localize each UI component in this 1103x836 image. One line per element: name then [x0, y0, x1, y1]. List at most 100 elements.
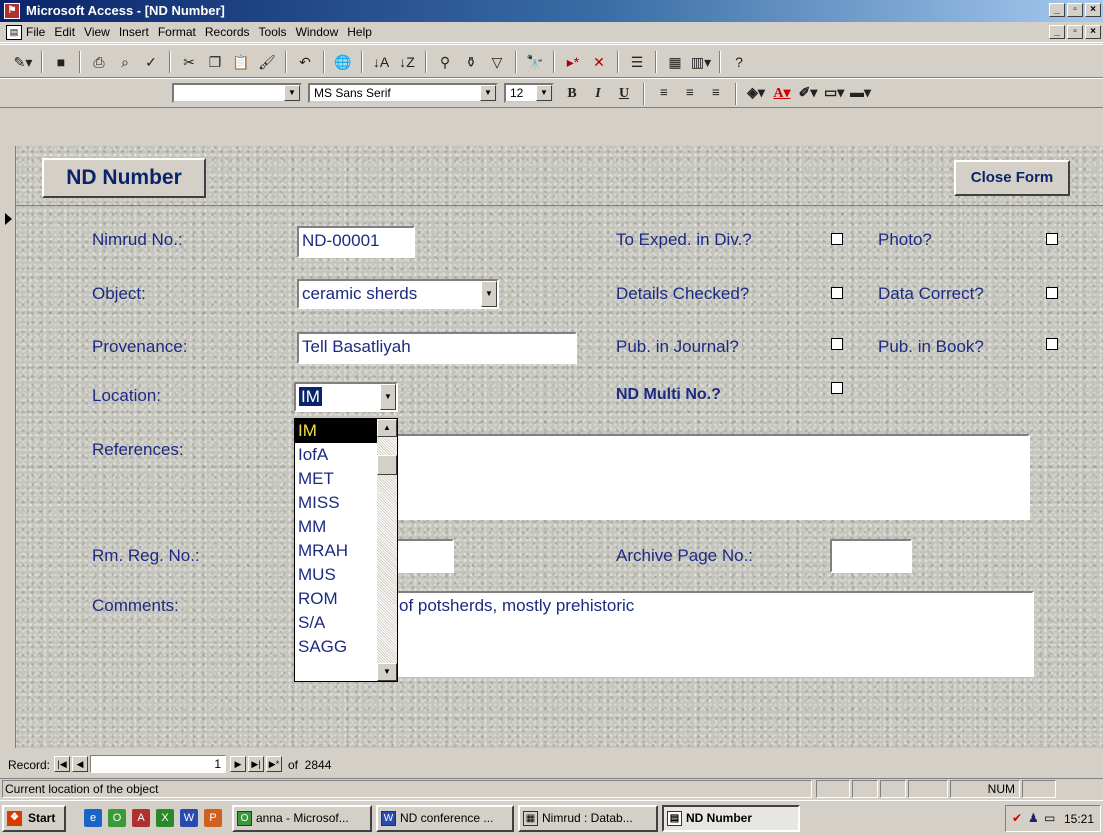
view-icon[interactable]: ✎▾ — [12, 51, 34, 73]
find-icon[interactable]: 🔭 — [524, 51, 546, 73]
current-record-field[interactable]: 1 — [90, 755, 226, 773]
taskbar-button-nd-number[interactable]: ▤ ND Number — [662, 805, 800, 832]
doc-restore-button[interactable]: ▫ — [1067, 25, 1083, 39]
align-center-icon[interactable]: ≡ — [680, 83, 700, 105]
align-left-icon[interactable]: ≡ — [654, 83, 674, 105]
help-icon[interactable]: ? — [728, 51, 750, 73]
to-exped-checkbox[interactable] — [831, 233, 843, 245]
location-option[interactable]: MM — [295, 515, 377, 539]
chevron-down-icon[interactable]: ▼ — [380, 384, 396, 410]
scroll-up-icon[interactable]: ▲ — [377, 419, 397, 437]
location-combo-field[interactable]: IM ▼ — [294, 382, 398, 412]
taskbar-button-outlook[interactable]: O anna - Microsof... — [232, 805, 372, 832]
location-option[interactable]: MISS — [295, 491, 377, 515]
nd-multi-checkbox[interactable] — [831, 382, 843, 394]
bold-button[interactable]: B — [562, 83, 582, 105]
sort-descending-icon[interactable]: ↓Z — [396, 51, 418, 73]
close-window-button[interactable]: × — [1085, 3, 1101, 17]
chevron-down-icon[interactable]: ▼ — [480, 85, 496, 101]
previous-record-icon[interactable]: ◀ — [72, 756, 88, 772]
italic-button[interactable]: I — [588, 83, 608, 105]
internet-explorer-icon[interactable]: e — [84, 809, 102, 827]
menu-help[interactable]: Help — [347, 25, 372, 39]
format-painter-icon[interactable]: 🖌 — [256, 51, 278, 73]
font-name-combo[interactable]: MS Sans Serif ▼ — [308, 83, 498, 103]
tray-icon[interactable]: ♟ — [1028, 811, 1039, 825]
close-form-button[interactable]: Close Form — [954, 160, 1070, 196]
font-size-combo[interactable]: 12 ▼ — [504, 83, 554, 103]
chevron-down-icon[interactable]: ▼ — [536, 85, 552, 101]
references-field[interactable] — [294, 434, 1030, 520]
provenance-field[interactable]: Tell Basatliyah — [297, 332, 577, 364]
location-option[interactable]: S/A — [295, 611, 377, 635]
location-option[interactable]: IM — [295, 419, 377, 443]
form-document-icon[interactable]: ▤ — [6, 25, 22, 40]
chevron-down-icon[interactable]: ▼ — [481, 281, 497, 307]
doc-close-button[interactable]: × — [1085, 25, 1101, 39]
object-combo-field[interactable]: ceramic sherds ▼ — [297, 279, 499, 309]
access-icon[interactable]: A — [132, 809, 150, 827]
underline-button[interactable]: U — [614, 83, 634, 105]
save-icon[interactable]: ■ — [50, 51, 72, 73]
undo-icon[interactable]: ↶ — [294, 51, 316, 73]
new-record-icon[interactable]: ▸* — [562, 51, 584, 73]
sort-ascending-icon[interactable]: ↓A — [370, 51, 392, 73]
fill-color-icon[interactable]: ◈▾ — [746, 83, 766, 105]
doc-minimize-button[interactable]: _ — [1049, 25, 1065, 39]
record-selector[interactable] — [0, 206, 16, 748]
details-checked-checkbox[interactable] — [831, 287, 843, 299]
access-app-icon[interactable]: ⚑ — [4, 3, 20, 19]
align-right-icon[interactable]: ≡ — [706, 83, 726, 105]
cut-icon[interactable]: ✂ — [178, 51, 200, 73]
menu-records[interactable]: Records — [205, 25, 250, 39]
nimrud-no-field[interactable]: ND-00001 — [297, 226, 415, 258]
menu-view[interactable]: View — [84, 25, 110, 39]
chevron-down-icon[interactable]: ▼ — [284, 85, 300, 101]
hyperlink-icon[interactable]: 🌐 — [332, 51, 354, 73]
object-combo[interactable]: ▼ — [172, 83, 302, 103]
menu-insert[interactable]: Insert — [119, 25, 149, 39]
powerpoint-icon[interactable]: P — [204, 809, 222, 827]
filter-by-form-icon[interactable]: ⚱ — [460, 51, 482, 73]
apply-filter-icon[interactable]: ▽ — [486, 51, 508, 73]
delete-record-icon[interactable]: ✕ — [588, 51, 610, 73]
maximize-button[interactable]: ▫ — [1067, 3, 1083, 17]
location-option[interactable]: ROM — [295, 587, 377, 611]
menu-format[interactable]: Format — [158, 25, 196, 39]
form-title-button[interactable]: ND Number — [42, 158, 206, 198]
photo-checkbox[interactable] — [1046, 233, 1058, 245]
outlook-icon[interactable]: O — [108, 809, 126, 827]
excel-icon[interactable]: X — [156, 809, 174, 827]
properties-icon[interactable]: ☰ — [626, 51, 648, 73]
tray-monitor-icon[interactable]: ▭ — [1044, 811, 1055, 825]
menu-file[interactable]: File — [26, 25, 45, 39]
location-option[interactable]: MET — [295, 467, 377, 491]
last-record-icon[interactable]: ▶| — [248, 756, 264, 772]
menu-window[interactable]: Window — [296, 25, 339, 39]
location-option[interactable]: IofA — [295, 443, 377, 467]
location-option[interactable]: MRAH — [295, 539, 377, 563]
minimize-button[interactable]: _ — [1049, 3, 1065, 17]
copy-icon[interactable]: ❐ — [204, 51, 226, 73]
location-dropdown-list[interactable]: IM IofA MET MISS MM MRAH MUS ROM S/A SAG… — [294, 418, 398, 682]
pub-journal-checkbox[interactable] — [831, 338, 843, 350]
word-icon[interactable]: W — [180, 809, 198, 827]
tray-icon[interactable]: ✔ — [1012, 811, 1022, 825]
location-option[interactable]: MUS — [295, 563, 377, 587]
pub-book-checkbox[interactable] — [1046, 338, 1058, 350]
print-icon[interactable]: ⎙ — [88, 51, 110, 73]
new-record-nav-icon[interactable]: ▶* — [266, 756, 282, 772]
special-effect-icon[interactable]: ▬▾ — [850, 83, 871, 105]
filter-by-selection-icon[interactable]: ⚲ — [434, 51, 456, 73]
next-record-icon[interactable]: ▶ — [230, 756, 246, 772]
taskbar-button-database[interactable]: ▦ Nimrud : Datab... — [518, 805, 658, 832]
start-button[interactable]: ❖ Start — [2, 805, 66, 832]
location-option[interactable]: SAGG — [295, 635, 377, 659]
taskbar-button-word[interactable]: W ND conference ... — [376, 805, 514, 832]
paste-icon[interactable]: 📋 — [230, 51, 252, 73]
archive-page-no-field[interactable] — [830, 539, 912, 573]
menu-edit[interactable]: Edit — [54, 25, 75, 39]
scroll-thumb[interactable] — [377, 455, 397, 475]
scroll-down-icon[interactable]: ▼ — [377, 663, 397, 681]
print-preview-icon[interactable]: ⌕ — [114, 51, 136, 73]
